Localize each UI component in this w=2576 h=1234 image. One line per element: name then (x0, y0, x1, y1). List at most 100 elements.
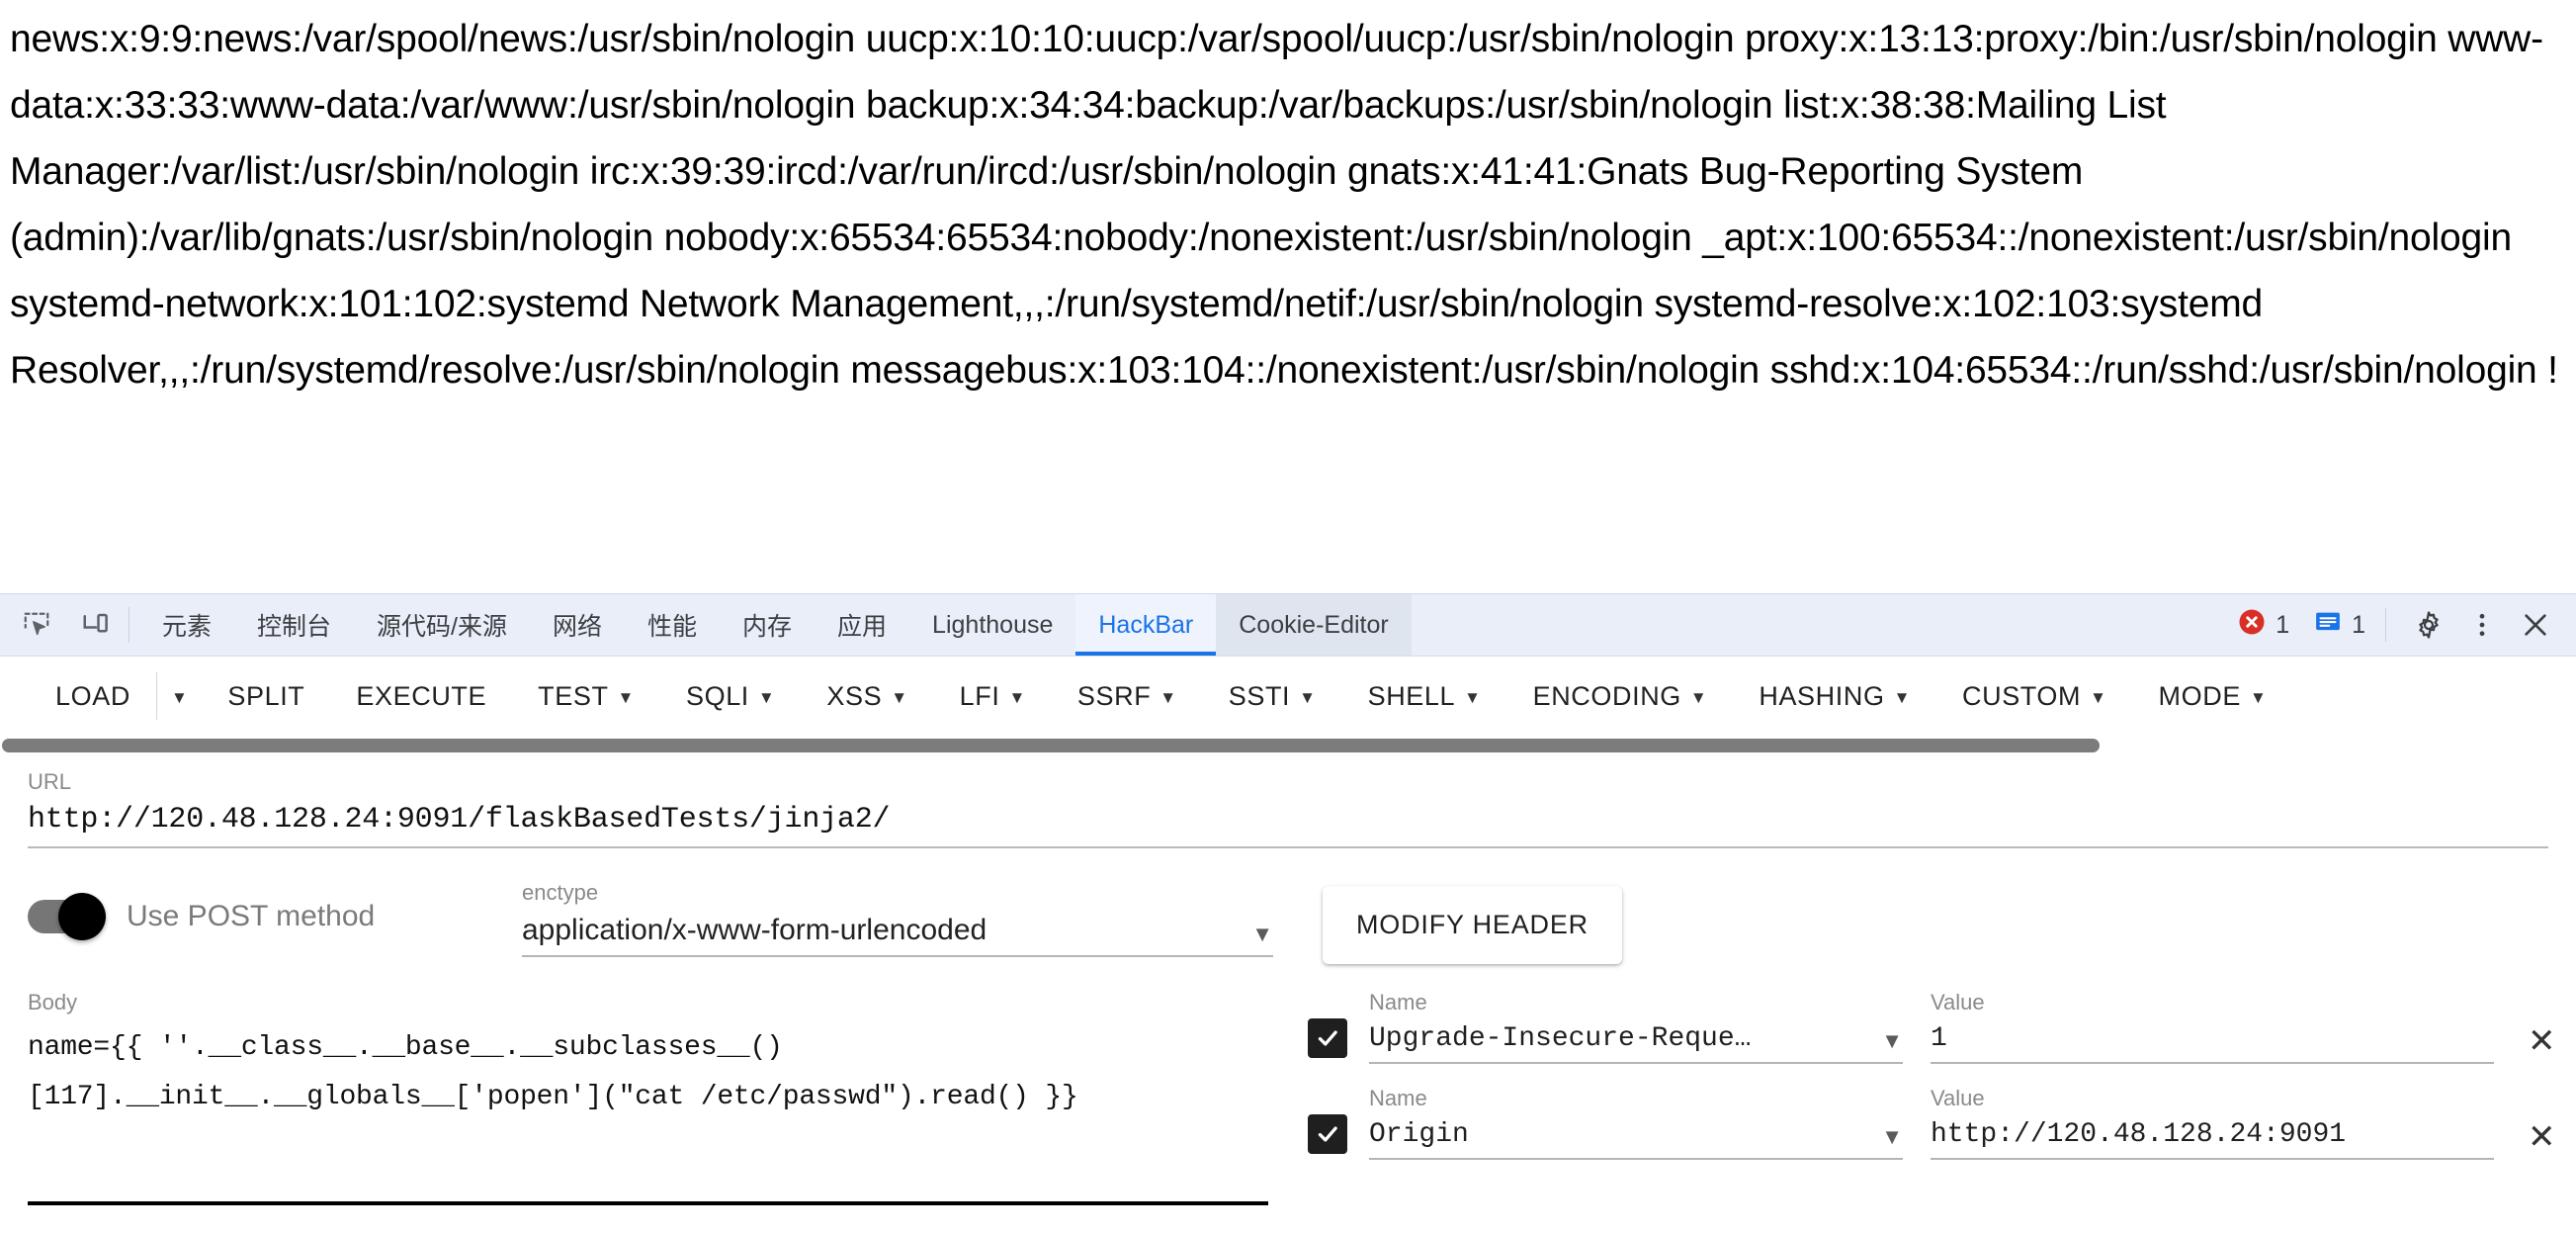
header-name-value: Origin (1369, 1119, 1469, 1150)
header-name-underline (1369, 1158, 1903, 1160)
horizontal-scrollbar[interactable] (0, 736, 2576, 755)
right-divider (2385, 608, 2386, 642)
remove-header-icon[interactable]: ✕ (2528, 1120, 2556, 1154)
url-label: URL (28, 769, 72, 794)
device-toolbar-icon[interactable] (73, 602, 119, 648)
menu-shell[interactable]: SHELL ▼ (1342, 666, 1507, 726)
menu-label: HASHING (1759, 680, 1885, 711)
scrollbar-thumb[interactable] (2, 739, 2100, 752)
tab-performance[interactable]: 性能 (625, 594, 720, 656)
use-post-toggle[interactable] (28, 893, 106, 940)
headers-list: Name Upgrade-Insecure-Reque… ▼ Value 1 ✕… (1268, 990, 2556, 1205)
menu-load-dropdown[interactable]: ▼ (157, 666, 202, 726)
chevron-down-icon: ▼ (1299, 687, 1317, 707)
menu-mode[interactable]: MODE ▼ (2133, 666, 2293, 726)
enctype-underline (522, 955, 1273, 957)
tab-application[interactable]: 应用 (815, 594, 909, 656)
tab-console[interactable]: 控制台 (234, 594, 354, 656)
menu-execute[interactable]: EXECUTE (330, 666, 512, 726)
header-name-label: Name (1369, 1086, 1427, 1110)
chevron-down-icon: ▼ (1159, 687, 1177, 707)
enctype-select[interactable]: application/x-www-form-urlencoded ▼ (522, 914, 1273, 955)
body-textarea[interactable]: name={{ ''.__class__.__base__.__subclass… (28, 1023, 1268, 1172)
error-count-group[interactable]: 1 (2237, 607, 2289, 644)
header-value-text: 1 (1931, 1023, 1947, 1054)
tab-sources[interactable]: 源代码/来源 (354, 594, 530, 656)
message-count-group[interactable]: 1 (2313, 607, 2365, 644)
tab-label: 元素 (162, 613, 213, 641)
page-content-area: news:x:9:9:news:/var/spool/news:/usr/sbi… (0, 0, 2576, 593)
menu-label: SHELL (1367, 680, 1456, 711)
tab-label: HackBar (1098, 610, 1194, 639)
body-underline (28, 1201, 1268, 1205)
menu-load[interactable]: LOAD (30, 666, 156, 726)
header-name-label: Name (1369, 990, 1427, 1014)
menu-label: MODE (2158, 680, 2241, 711)
tab-lighthouse[interactable]: Lighthouse (909, 594, 1075, 656)
tab-network[interactable]: 网络 (530, 594, 625, 656)
header-enabled-checkbox[interactable] (1308, 1018, 1347, 1058)
tab-cookie-editor[interactable]: Cookie-Editor (1216, 594, 1412, 656)
menu-label: SSRF (1076, 680, 1152, 711)
menu-sqli[interactable]: SQLI ▼ (660, 666, 801, 726)
inspect-element-icon[interactable] (14, 602, 59, 648)
menu-split[interactable]: SPLIT (202, 666, 330, 726)
header-name-select[interactable]: Upgrade-Insecure-Reque… ▼ (1369, 1023, 1903, 1062)
tab-label: 控制台 (257, 613, 332, 641)
header-value-label: Value (1931, 1086, 1985, 1110)
body-label: Body (28, 990, 78, 1014)
menu-encoding[interactable]: ENCODING ▼ (1507, 666, 1734, 726)
devtools-tabbar-right: 1 1 (2237, 594, 2576, 656)
header-enabled-checkbox[interactable] (1308, 1114, 1347, 1154)
request-options-row: Use POST method enctype application/x-ww… (28, 848, 2548, 964)
chevron-down-icon: ▼ (1893, 687, 1911, 707)
chevron-down-icon: ▼ (1251, 922, 1273, 946)
tab-hackbar[interactable]: HackBar (1075, 594, 1217, 656)
header-value-input[interactable]: http://120.48.128.24:9091 (1931, 1119, 2494, 1158)
tab-elements[interactable]: 元素 (139, 594, 234, 656)
remove-header-icon[interactable]: ✕ (2528, 1024, 2556, 1058)
devtools-panel: 元素 控制台 源代码/来源 网络 性能 内存 应用 Lighthouse Hac… (0, 593, 2576, 1234)
enctype-group: enctype application/x-www-form-urlencode… (522, 878, 1273, 957)
chevron-down-icon: ▼ (2090, 687, 2107, 707)
url-input[interactable]: http://120.48.128.24:9091/flaskBasedTest… (28, 803, 2548, 846)
menu-lfi[interactable]: LFI ▼ (934, 666, 1052, 726)
header-value-underline (1931, 1158, 2494, 1160)
menu-custom[interactable]: CUSTOM ▼ (1936, 666, 2133, 726)
settings-gear-icon[interactable] (2406, 602, 2451, 648)
tab-memory[interactable]: 内存 (720, 594, 815, 656)
message-icon (2313, 607, 2343, 644)
header-row: Name Origin ▼ Value http://120.48.128.24… (1308, 1086, 2556, 1160)
header-row: Name Upgrade-Insecure-Reque… ▼ Value 1 ✕ (1308, 990, 2556, 1064)
chevron-down-icon: ▼ (1008, 687, 1026, 707)
menu-ssti[interactable]: SSTI ▼ (1203, 666, 1342, 726)
header-value-input[interactable]: 1 (1931, 1023, 2494, 1062)
menu-ssrf[interactable]: SSRF ▼ (1052, 666, 1203, 726)
menu-label: XSS (826, 680, 883, 711)
body-field-group: Body name={{ ''.__class__.__base__.__sub… (28, 990, 1268, 1205)
header-name-field: Name Upgrade-Insecure-Reque… ▼ (1369, 990, 1903, 1064)
menu-label: SQLI (685, 680, 749, 711)
passwd-output-text: news:x:9:9:news:/var/spool/news:/usr/sbi… (10, 18, 2558, 392)
url-field-group: URL http://120.48.128.24:9091/flaskBased… (28, 755, 2548, 848)
post-method-group[interactable]: Use POST method (28, 878, 522, 940)
menu-label: SPLIT (227, 680, 305, 711)
more-options-icon[interactable] (2459, 602, 2505, 648)
modify-header-button[interactable]: MODIFY HEADER (1323, 886, 1622, 964)
menu-xss[interactable]: XSS ▼ (801, 666, 933, 726)
tab-label: 应用 (837, 613, 888, 641)
menu-label: LFI (959, 680, 1000, 711)
chevron-down-icon: ▼ (891, 687, 908, 707)
header-value-label: Value (1931, 990, 1985, 1014)
menu-label: SSTI (1228, 680, 1291, 711)
menu-test[interactable]: TEST ▼ (512, 666, 660, 726)
tab-label: 源代码/来源 (377, 613, 507, 641)
header-name-select[interactable]: Origin ▼ (1369, 1119, 1903, 1158)
tab-label: Cookie-Editor (1239, 610, 1389, 639)
chevron-down-icon: ▼ (1464, 687, 1482, 707)
header-value-text: http://120.48.128.24:9091 (1931, 1119, 2347, 1150)
close-devtools-icon[interactable] (2513, 602, 2558, 648)
tab-label: 网络 (552, 613, 602, 641)
chevron-down-icon: ▼ (1881, 1028, 1903, 1053)
menu-hashing[interactable]: HASHING ▼ (1733, 666, 1936, 726)
